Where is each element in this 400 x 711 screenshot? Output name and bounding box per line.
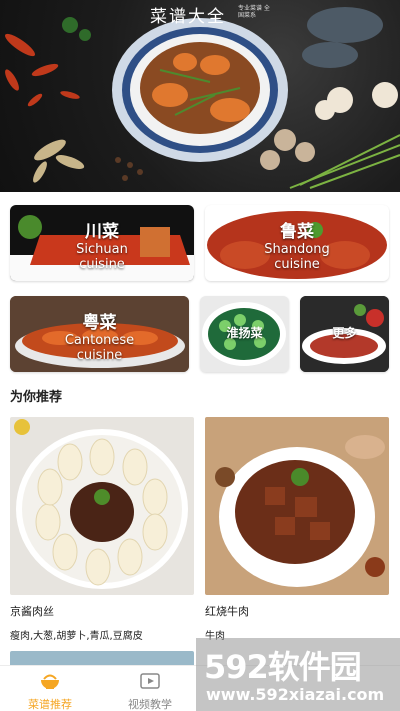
category-label-zh: 川菜	[85, 222, 119, 242]
section-title: 为你推荐	[10, 390, 63, 405]
category-label-en: Cantonese cuisine	[64, 333, 135, 363]
hero-food-image	[4, 7, 400, 189]
category-label-zh: 鲁菜	[280, 222, 314, 242]
category-card-cantonese[interactable]: 粤菜 Cantonese cuisine	[10, 296, 189, 372]
video-icon	[140, 673, 160, 689]
hero-subtitle: 专业菜谱 全国菜系	[238, 5, 270, 19]
hero-banner[interactable]: 菜谱大全 专业菜谱 全国菜系	[0, 0, 400, 192]
recipe-image-jingjiang	[10, 417, 194, 595]
category-label-en: Shandong cuisine	[264, 242, 330, 272]
category-card-huaiyang[interactable]: 淮扬菜	[200, 296, 289, 372]
category-card-shandong[interactable]: 鲁菜 Shandong cuisine	[205, 205, 389, 281]
watermark-url: www.592xiazai.com	[206, 685, 385, 704]
category-label-en: Sichuan cuisine	[76, 242, 128, 272]
category-label-zh: 粤菜	[82, 313, 117, 333]
category-label-zh: 淮扬菜	[226, 326, 263, 340]
category-label-zh: 更多	[332, 326, 357, 340]
category-card-more[interactable]: 更多	[300, 296, 389, 372]
category-card-sichuan[interactable]: 川菜 Sichuan cuisine	[10, 205, 194, 281]
recipe-card-image[interactable]	[205, 417, 389, 595]
tab-recipes[interactable]: 菜谱推荐	[0, 672, 100, 711]
recipe-name[interactable]: 京酱肉丝	[10, 603, 54, 619]
recipe-name[interactable]: 红烧牛肉	[205, 603, 249, 619]
recipe-image-hongshao	[205, 417, 389, 595]
recipe-ingredients: 瘦肉,大葱,胡萝卜,青瓜,豆腐皮	[10, 631, 143, 642]
tab-label: 菜谱推荐	[28, 698, 72, 711]
bowl-icon	[41, 674, 59, 689]
tab-label: 视频教学	[128, 698, 172, 711]
hero-title: 菜谱大全	[150, 7, 226, 27]
watermark: 592软件园 www.592xiazai.com	[196, 638, 400, 711]
recipe-card-image[interactable]	[10, 417, 194, 595]
tab-videos[interactable]: 视频教学	[100, 672, 200, 711]
watermark-logo: 592软件园	[204, 648, 362, 686]
